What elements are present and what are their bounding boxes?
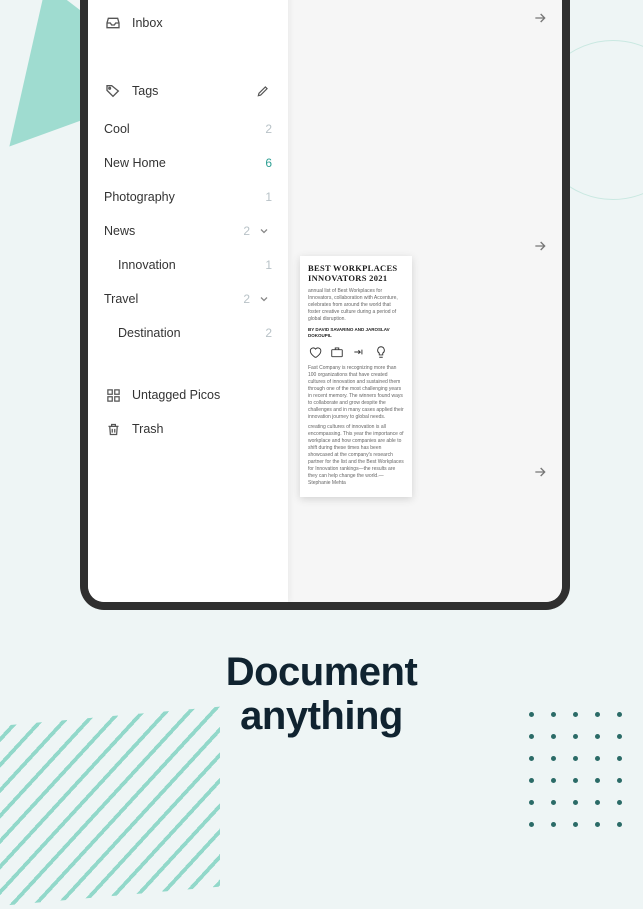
heart-icon: [308, 345, 322, 359]
card-body: Fast Company is recognizing more than 10…: [308, 365, 404, 421]
arrow-right-icon[interactable]: [532, 464, 548, 485]
card-body: creating cultures of innovation is all e…: [308, 424, 404, 487]
tag-label: Photography: [104, 190, 258, 204]
tag-label: News: [104, 224, 236, 238]
lightbulb-icon: [374, 345, 388, 359]
tag-count: 1: [258, 258, 272, 272]
sidebar-item-inbox[interactable]: Inbox: [98, 6, 278, 40]
arrow-right-icon[interactable]: [532, 10, 548, 31]
marketing-headline: Document anything: [0, 650, 643, 738]
tag-count: 2: [236, 292, 250, 306]
card-byline: BY DAVID SAVARINO AND JAROSLAV DOKOUPIL: [308, 327, 404, 340]
card-title: BEST WORKPLACES INNOVATORS 2021: [308, 264, 404, 284]
content-area: BEST WORKPLACES INNOVATORS 2021 annual l…: [288, 0, 562, 602]
tag-label: Destination: [118, 326, 258, 340]
sidebar-label: Tags: [132, 84, 254, 98]
tablet-frame: Home Inbox Tags Cool 2: [80, 0, 570, 610]
tag-count: 6: [258, 156, 272, 170]
inbox-icon: [104, 14, 122, 32]
sidebar-item-untagged[interactable]: Untagged Picos: [98, 378, 278, 412]
tag-count: 1: [258, 190, 272, 204]
card-intro: annual list of Best Workplaces for Innov…: [308, 288, 404, 323]
tag-subitem-innovation[interactable]: Innovation 1: [98, 248, 278, 282]
tag-item-news[interactable]: News 2: [98, 214, 278, 248]
tag-label: Cool: [104, 122, 258, 136]
tag-item-cool[interactable]: Cool 2: [98, 112, 278, 146]
tag-subitem-destination[interactable]: Destination 2: [98, 316, 278, 350]
grid-icon: [104, 386, 122, 404]
edit-tags-button[interactable]: [254, 84, 272, 98]
article-card[interactable]: BEST WORKPLACES INNOVATORS 2021 annual l…: [300, 256, 412, 497]
tag-count: 2: [236, 224, 250, 238]
trash-icon: [104, 420, 122, 438]
sidebar-label: Inbox: [132, 16, 272, 30]
tag-label: Innovation: [118, 258, 258, 272]
tag-label: Travel: [104, 292, 236, 306]
tag-count: 2: [258, 122, 272, 136]
sidebar: Home Inbox Tags Cool 2: [88, 0, 288, 602]
briefcase-icon: [330, 345, 344, 359]
tag-icon: [104, 82, 122, 100]
arrow-right-icon[interactable]: [532, 238, 548, 259]
card-icon-row: [308, 345, 404, 359]
chevron-down-icon[interactable]: [256, 293, 272, 305]
chevron-down-icon[interactable]: [256, 225, 272, 237]
sidebar-tags-header: Tags: [98, 70, 278, 112]
sidebar-label: Untagged Picos: [132, 388, 272, 402]
sidebar-label: Trash: [132, 422, 272, 436]
tag-item-photography[interactable]: Photography 1: [98, 180, 278, 214]
tag-label: New Home: [104, 156, 258, 170]
tag-item-travel[interactable]: Travel 2: [98, 282, 278, 316]
app-screen: Home Inbox Tags Cool 2: [88, 0, 562, 602]
tag-item-new-home[interactable]: New Home 6: [98, 146, 278, 180]
tag-count: 2: [258, 326, 272, 340]
sidebar-item-trash[interactable]: Trash: [98, 412, 278, 446]
pointer-icon: [352, 345, 366, 359]
